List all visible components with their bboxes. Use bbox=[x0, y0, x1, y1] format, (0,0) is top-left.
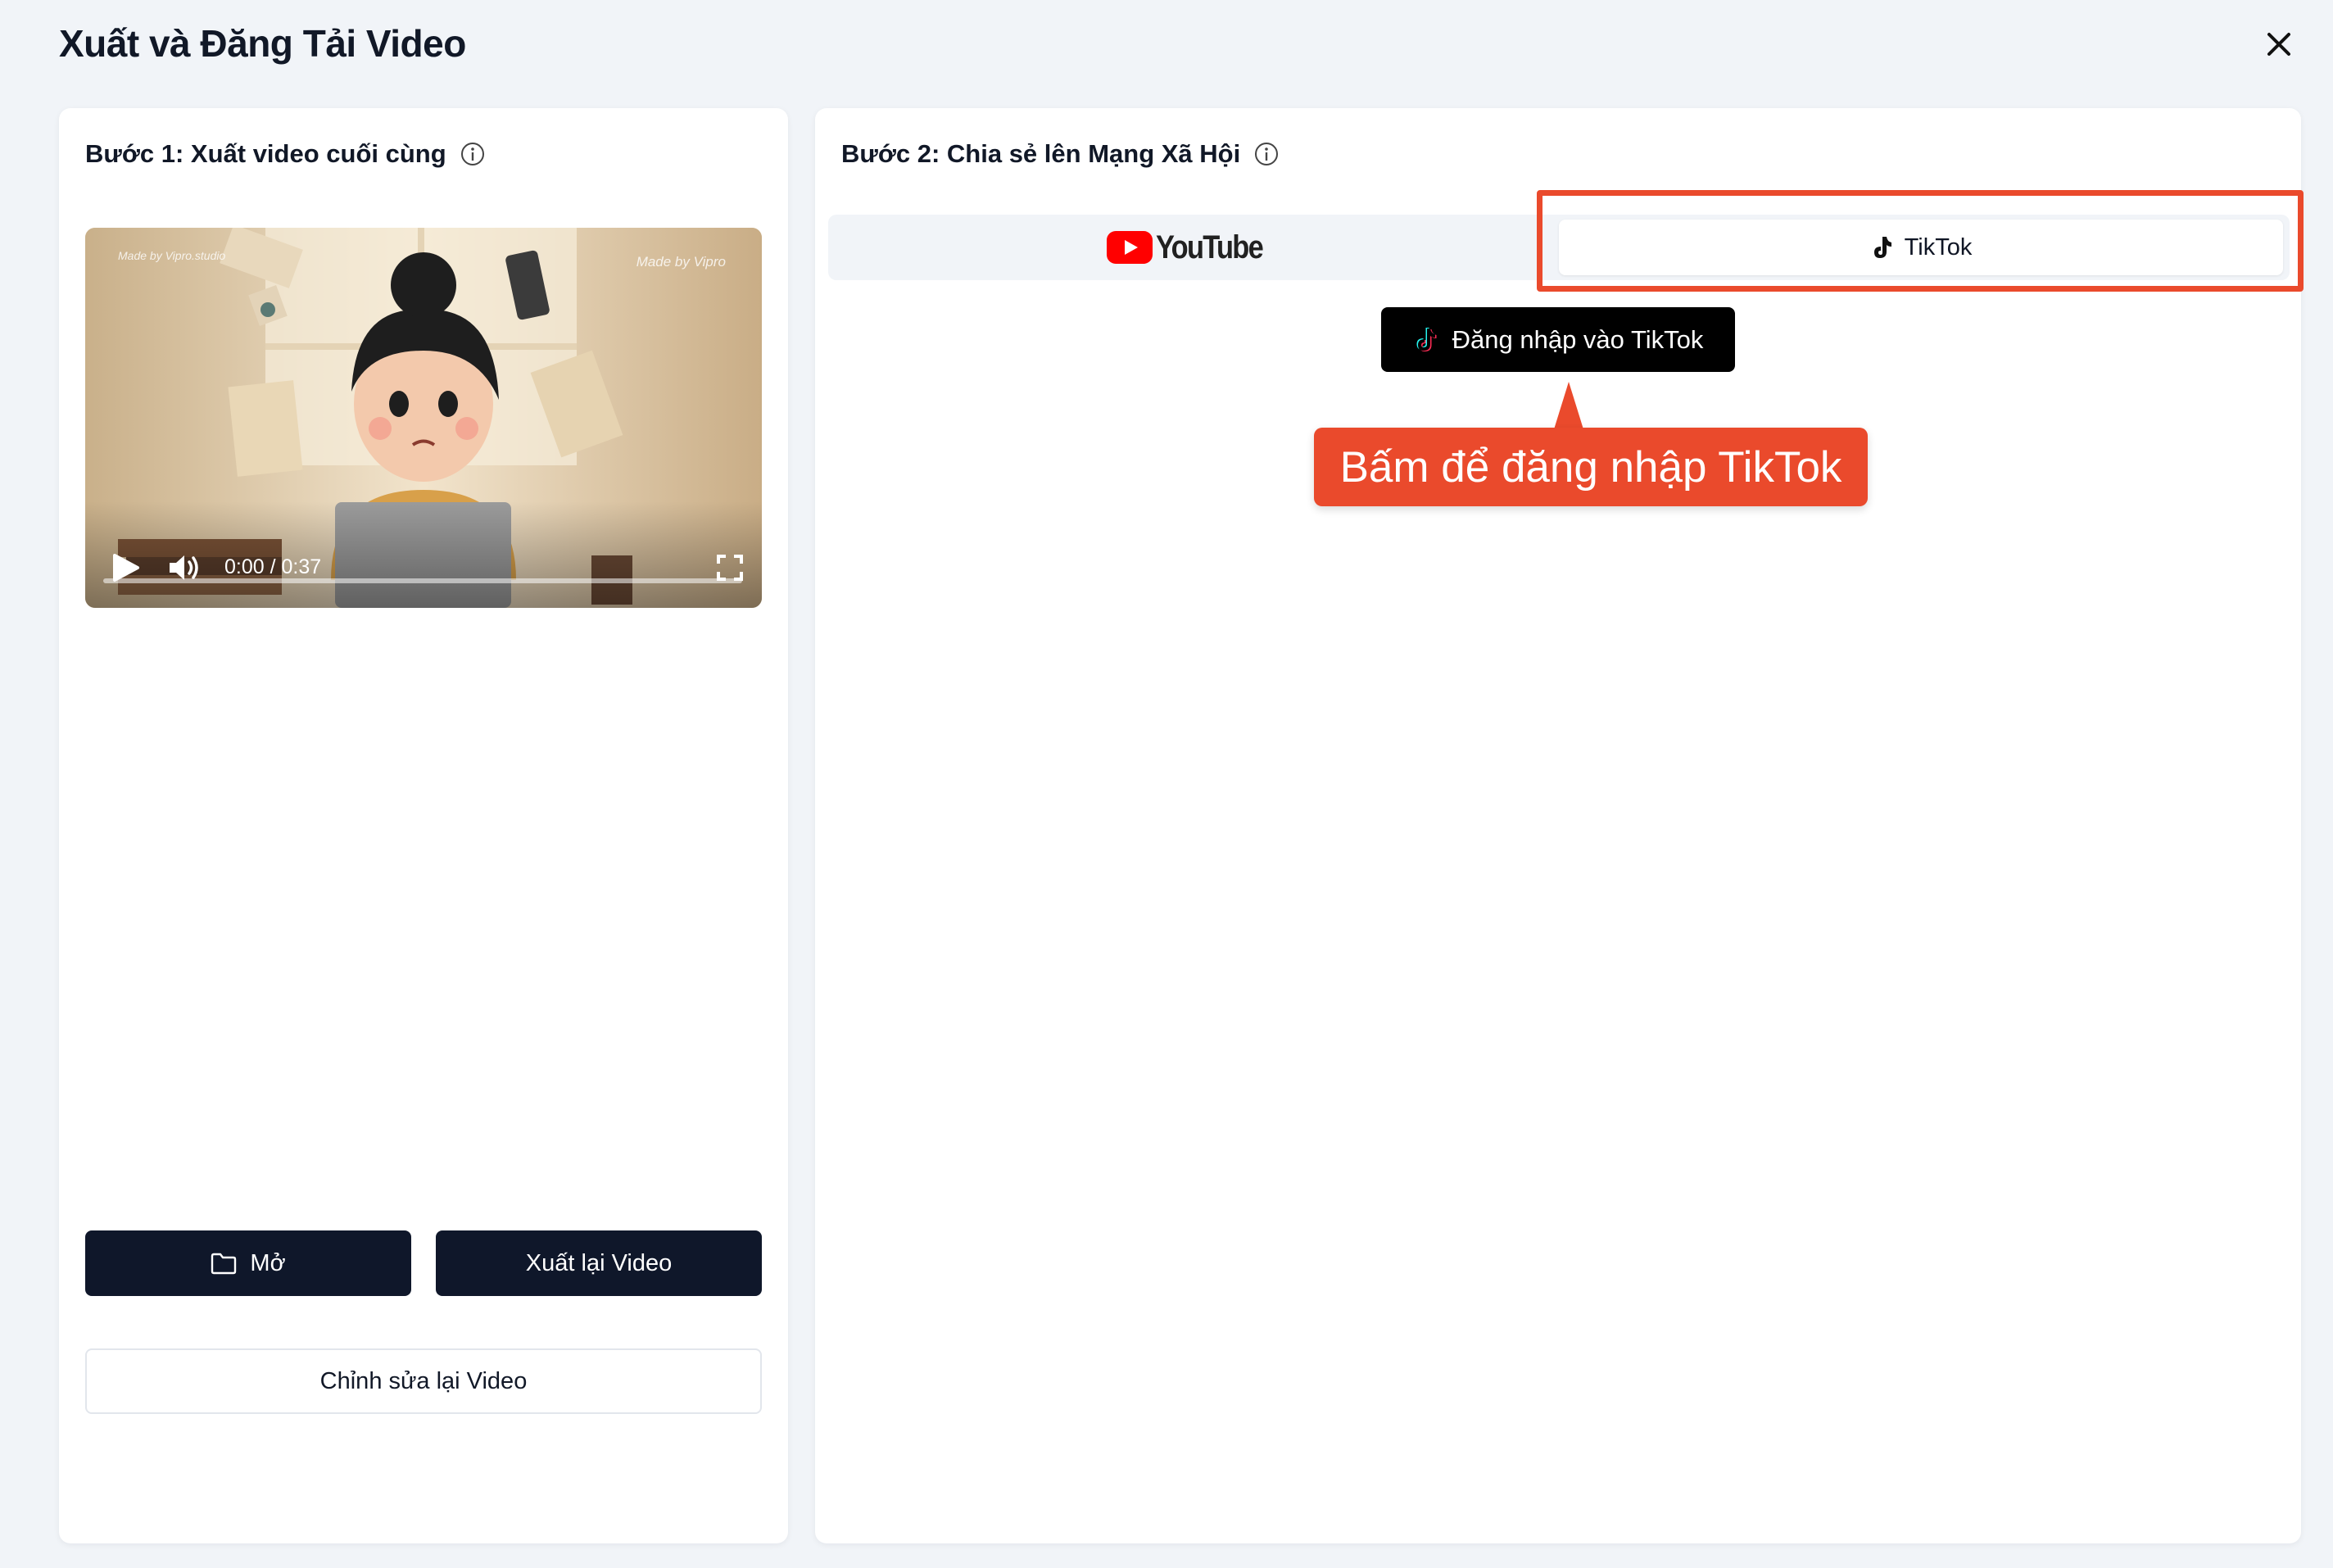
tiktok-login-button[interactable]: Đăng nhập vào TikTok bbox=[1381, 307, 1735, 372]
open-button[interactable]: Mở bbox=[85, 1230, 411, 1296]
step2-heading: Bước 2: Chia sẻ lên Mạng Xã Hội bbox=[841, 139, 1280, 169]
edit-video-button[interactable]: Chỉnh sửa lại Video bbox=[85, 1348, 762, 1414]
video-progress-bar[interactable] bbox=[103, 578, 742, 583]
watermark-right: Made by Vipro bbox=[636, 254, 726, 270]
step1-panel: Bước 1: Xuất video cuối cùng Made by Vip… bbox=[59, 108, 788, 1543]
youtube-play-icon bbox=[1107, 231, 1153, 264]
tab-youtube[interactable]: YouTube bbox=[828, 215, 1559, 280]
youtube-logo: YouTube bbox=[1107, 229, 1280, 266]
info-icon[interactable] bbox=[1253, 141, 1280, 167]
close-icon bbox=[2267, 33, 2290, 56]
tiktok-tab-label: TikTok bbox=[1904, 233, 1973, 261]
reexport-button-label: Xuất lại Video bbox=[525, 1249, 673, 1276]
tiktok-icon bbox=[1416, 327, 1437, 351]
modal-title: Xuất và Đăng Tải Video bbox=[59, 22, 466, 65]
open-button-label: Mở bbox=[250, 1249, 286, 1276]
close-button[interactable] bbox=[2259, 25, 2299, 64]
video-player[interactable]: Made by Vipro.studio Made by Vipro 0:00 … bbox=[85, 228, 762, 608]
fullscreen-icon[interactable] bbox=[716, 554, 744, 582]
video-controls: 0:00 / 0:37 bbox=[85, 501, 762, 608]
step1-heading: Bước 1: Xuất video cuối cùng bbox=[85, 139, 486, 169]
step2-panel: Bước 2: Chia sẻ lên Mạng Xã Hội YouTube … bbox=[815, 108, 2304, 1543]
youtube-wordmark: YouTube bbox=[1156, 229, 1264, 265]
tiktok-icon bbox=[1873, 237, 1891, 258]
video-time: 0:00 / 0:37 bbox=[224, 555, 322, 578]
annotation-callout-arrow bbox=[1554, 382, 1583, 429]
annotation-callout-text: Bấm để đăng nhập TikTok bbox=[1339, 442, 1842, 492]
tab-tiktok[interactable]: TikTok bbox=[1559, 220, 2283, 275]
watermark-left: Made by Vipro.studio bbox=[118, 249, 226, 262]
edit-button-label: Chỉnh sửa lại Video bbox=[319, 1367, 528, 1394]
step1-title: Bước 1: Xuất video cuối cùng bbox=[85, 139, 446, 168]
folder-icon bbox=[211, 1253, 237, 1275]
platform-tabs: YouTube TikTok bbox=[828, 215, 2290, 280]
annotation-callout: Bấm để đăng nhập TikTok bbox=[1314, 428, 1868, 506]
reexport-video-button[interactable]: Xuất lại Video bbox=[436, 1230, 762, 1296]
info-icon[interactable] bbox=[460, 141, 486, 167]
tiktok-login-label: Đăng nhập vào TikTok bbox=[1452, 324, 1704, 354]
step2-title: Bước 2: Chia sẻ lên Mạng Xã Hội bbox=[841, 139, 1241, 168]
